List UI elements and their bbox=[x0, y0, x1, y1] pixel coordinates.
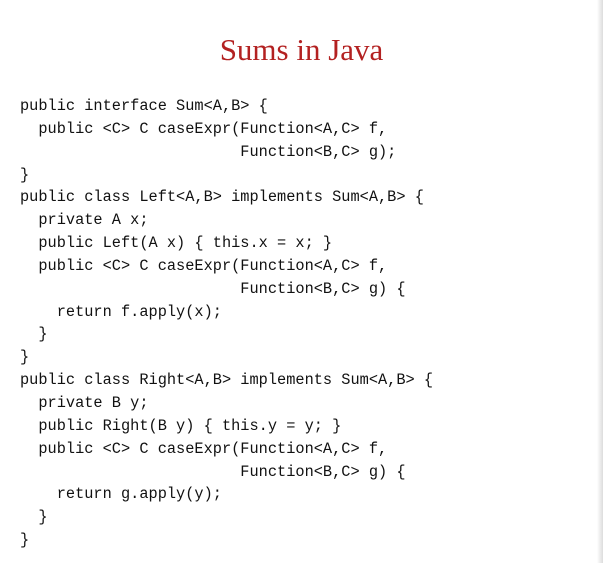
code-line: public class Right<A,B> implements Sum<A… bbox=[20, 371, 434, 390]
code-line: public class Left<A,B> implements Sum<A,… bbox=[20, 188, 424, 207]
code-line: return f.apply(x); bbox=[20, 302, 222, 321]
code-line: public <C> C caseExpr(Function<A,C> f, bbox=[20, 119, 388, 138]
code-line: return g.apply(y); bbox=[20, 485, 222, 504]
code-line: public <C> C caseExpr(Function<A,C> f, bbox=[20, 256, 388, 275]
slide: Sums in Java public interface Sum<A,B> {… bbox=[0, 0, 603, 563]
code-line: public <C> C caseExpr(Function<A,C> f, bbox=[20, 439, 388, 458]
code-block: public interface Sum<A,B> { public <C> C… bbox=[20, 95, 433, 552]
code-line: public interface Sum<A,B> { bbox=[20, 97, 268, 115]
code-line: public Right(B y) { this.y = y; } bbox=[20, 416, 342, 435]
code-line: } bbox=[20, 325, 48, 344]
slide-title: Sums in Java bbox=[219, 32, 384, 67]
slide-edge-shadow bbox=[597, 0, 603, 563]
code-line: } bbox=[20, 508, 48, 527]
code-line: private A x; bbox=[20, 211, 149, 230]
code-line: } bbox=[20, 348, 30, 367]
code-line: Function<B,C> g); bbox=[20, 142, 397, 161]
code-line: Function<B,C> g) { bbox=[20, 279, 406, 298]
code-line: } bbox=[20, 165, 30, 184]
code-line: } bbox=[20, 531, 30, 550]
code-line: Function<B,C> g) { bbox=[20, 462, 406, 481]
code-line: public Left(A x) { this.x = x; } bbox=[20, 234, 333, 253]
code-line: private B y; bbox=[20, 393, 149, 412]
